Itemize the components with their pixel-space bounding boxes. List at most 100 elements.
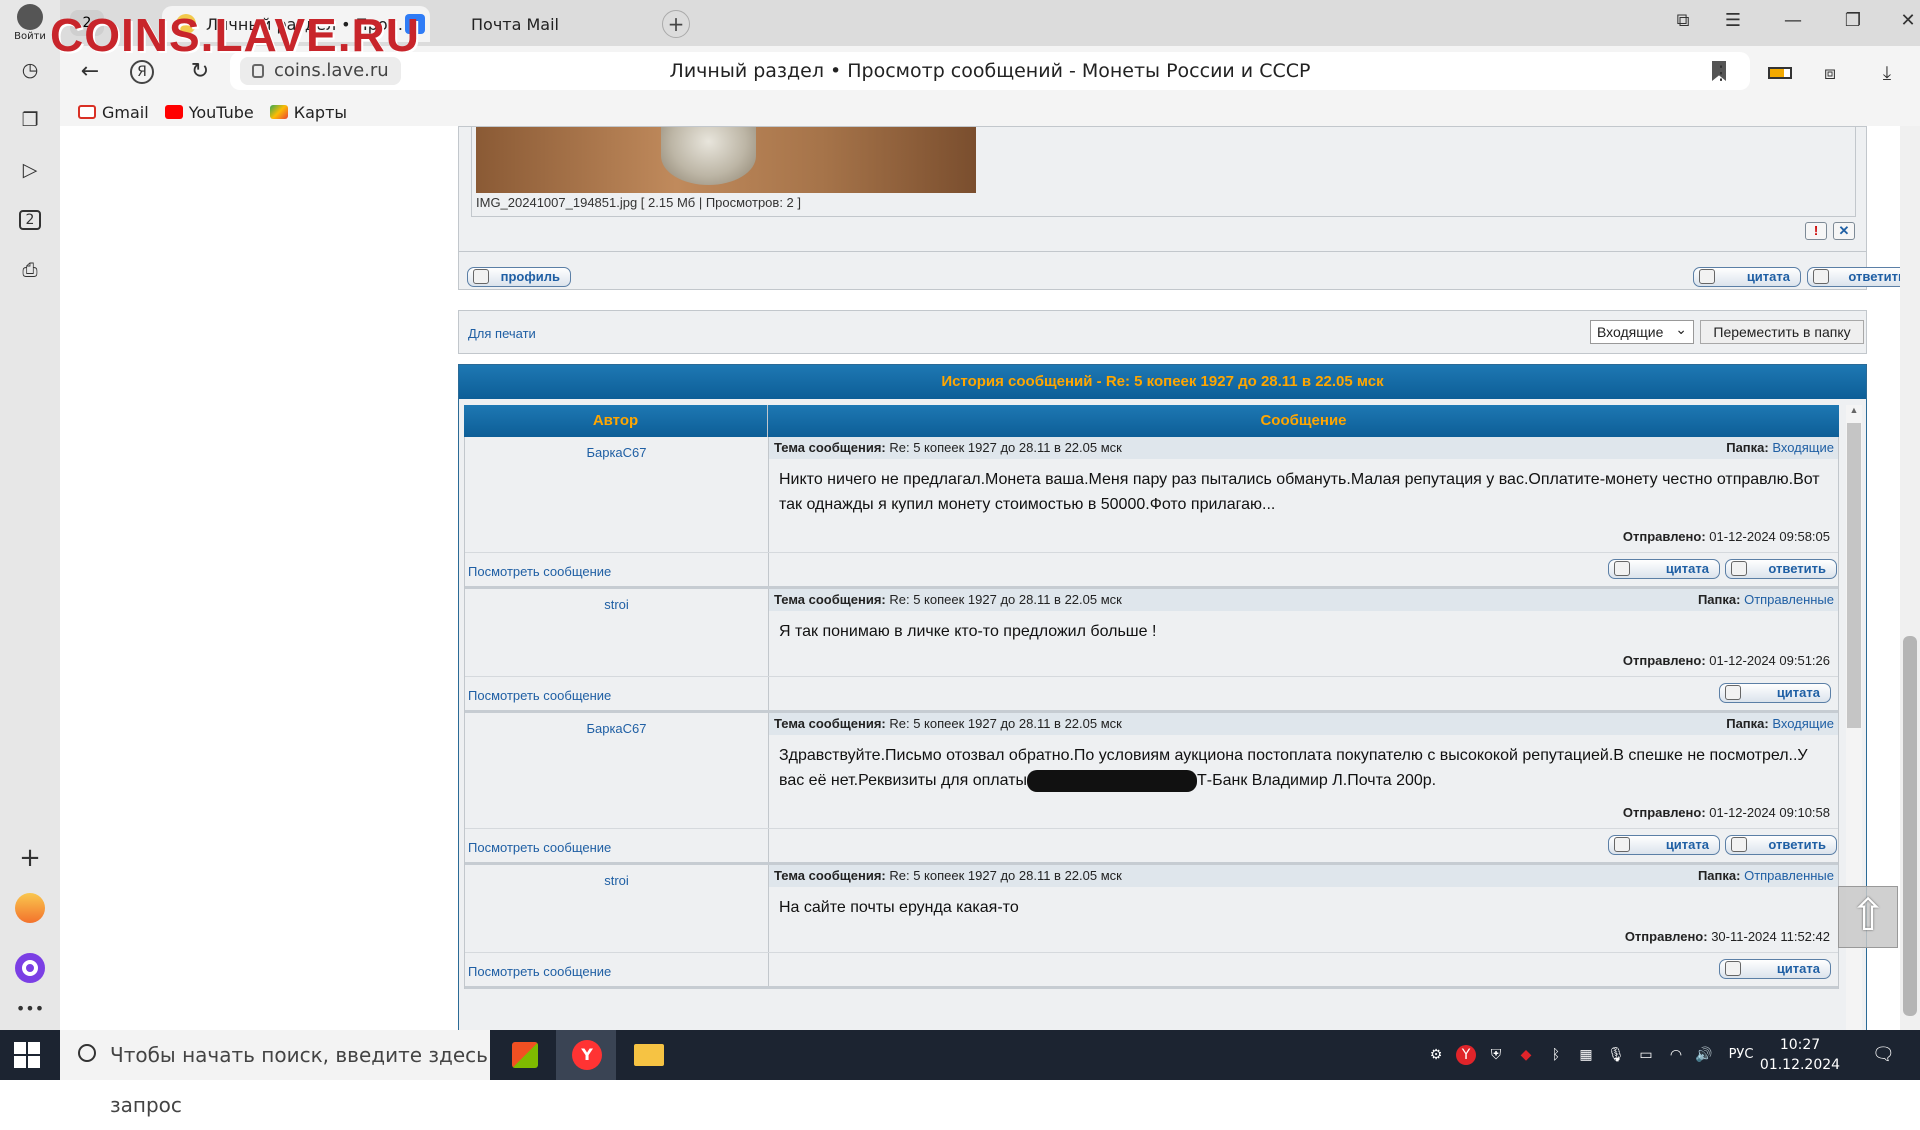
video-icon[interactable]: ▷	[12, 152, 48, 188]
report-icon[interactable]: !	[1805, 222, 1827, 240]
message-text: Здравствуйте.Письмо отозвал обратно.По у…	[779, 743, 1830, 793]
reply-icon	[1731, 561, 1747, 576]
bookmark-youtube[interactable]: YouTube	[164, 103, 254, 122]
tab-manager-icon[interactable]: ⧉	[1668, 10, 1698, 36]
print-link[interactable]: Для печати	[468, 326, 536, 341]
attachment-image[interactable]	[476, 127, 976, 193]
view-message-link[interactable]: Посмотреть сообщение	[468, 688, 611, 703]
notifications-icon[interactable]: 🗨	[1872, 1045, 1895, 1065]
file-explorer-icon[interactable]	[618, 1030, 678, 1080]
folder-link[interactable]: Входящие	[1772, 440, 1834, 455]
history-message: stroi Тема сообщения: Re: 5 копеек 1927 …	[464, 865, 1839, 989]
redaction-scribble	[1027, 769, 1198, 792]
reply-button[interactable]: ответить	[1725, 559, 1837, 579]
wifi-icon[interactable]: ◠	[1666, 1045, 1686, 1065]
volume-icon[interactable]: 🔊	[1694, 1045, 1714, 1065]
message-body: stroi Тема сообщения: Re: 5 копеек 1927 …	[465, 589, 1838, 677]
downloads-icon[interactable]: ⤓	[1872, 58, 1902, 88]
bluetooth-icon[interactable]: ᛒ	[1546, 1045, 1566, 1065]
author-name[interactable]: stroi	[465, 873, 768, 888]
page-scroll-thumb[interactable]	[1903, 636, 1917, 1016]
page-scrollbar[interactable]	[1900, 126, 1920, 1030]
menu-icon[interactable]: ☰	[1718, 10, 1748, 36]
scroll-to-top-button[interactable]: ⇧	[1838, 886, 1898, 948]
microphone-icon[interactable]: 🎙	[1606, 1045, 1626, 1065]
quote-icon	[1614, 561, 1630, 576]
youtube-icon	[164, 105, 183, 119]
windows-start-icon[interactable]	[14, 1042, 40, 1068]
scroll-up-icon[interactable]: ▲	[1846, 405, 1862, 415]
bookmark-gmail[interactable]: Gmail	[78, 103, 149, 122]
steam-tray-icon[interactable]: ⚙	[1426, 1045, 1446, 1065]
address-bar[interactable]: coins.lave.ru Личный раздел • Просмотр с…	[230, 52, 1750, 90]
battery-icon[interactable]: ▭	[1636, 1045, 1656, 1065]
quote-button[interactable]: цитата	[1693, 267, 1801, 287]
author-name[interactable]: БаркаС67	[465, 721, 768, 736]
yandex-tray-icon[interactable]: Y	[1456, 1045, 1476, 1065]
battery-saver-icon[interactable]	[1765, 58, 1795, 88]
folder-select[interactable]: Входящие	[1590, 318, 1694, 344]
minimize-icon[interactable]: —	[1778, 10, 1808, 36]
reply-button[interactable]: ответить	[1807, 267, 1900, 287]
col-author: Автор	[592, 412, 639, 429]
message-text: Никто ничего не предлагал.Монета ваша.Ме…	[779, 471, 1820, 513]
view-message-link[interactable]: Посмотреть сообщение	[468, 964, 611, 979]
history-icon[interactable]: ◷	[12, 52, 48, 88]
subject-text: Re: 5 копеек 1927 до 28.11 в 22.05 мск	[889, 592, 1122, 607]
collections-icon[interactable]: ❐	[12, 102, 48, 138]
alice-assistant-icon[interactable]	[12, 950, 48, 986]
view-message-link[interactable]: Посмотреть сообщение	[468, 564, 611, 579]
antivirus-tray-icon[interactable]: ◆	[1516, 1045, 1536, 1065]
quote-button[interactable]: цитата	[1608, 835, 1720, 855]
author-name[interactable]: БаркаС67	[465, 445, 768, 460]
col-message: Сообщение	[1260, 412, 1347, 429]
clock[interactable]: 10:27 01.12.2024	[1755, 1035, 1845, 1075]
move-to-folder-button[interactable]: Переместить в папку	[1700, 320, 1864, 344]
tabs-counter-icon[interactable]: 2	[12, 202, 48, 238]
add-panel-icon[interactable]: +	[12, 840, 48, 876]
restore-icon[interactable]: ❐	[1838, 10, 1868, 36]
yandex-logo-icon[interactable]: Я	[130, 60, 154, 84]
folder-link[interactable]: Входящие	[1772, 716, 1834, 731]
history-scroll-thumb[interactable]	[1847, 423, 1861, 728]
tab-title: Почта Mail	[471, 14, 559, 34]
weather-icon[interactable]	[12, 890, 48, 926]
attachment-caption: IMG_20241007_194851.jpg [ 2.15 Мб | Прос…	[476, 195, 801, 210]
gpu-tray-icon[interactable]: ▦	[1576, 1045, 1596, 1065]
quote-button[interactable]: цитата	[1719, 683, 1831, 703]
attachment-box: IMG_20241007_194851.jpg [ 2.15 Мб | Прос…	[471, 127, 1856, 217]
divider	[768, 829, 769, 862]
gmail-icon	[78, 105, 96, 119]
quote-icon	[1725, 685, 1741, 700]
profile-button[interactable]: профиль	[467, 267, 571, 287]
tab-mail[interactable]: Почта Mail	[405, 6, 705, 42]
clock-date: 01.12.2024	[1759, 1057, 1841, 1073]
subject-label: Тема сообщения:	[774, 716, 886, 731]
more-options-icon[interactable]: ⋮	[1706, 58, 1736, 88]
author-name[interactable]: stroi	[465, 597, 768, 612]
subject-bar: Тема сообщения: Re: 5 копеек 1927 до 28.…	[769, 437, 1838, 459]
screenshot-icon[interactable]: ⎙	[12, 252, 48, 288]
site-watermark: COINS.LAVE.RU	[50, 9, 420, 61]
security-tray-icon[interactable]: ⛨	[1486, 1045, 1506, 1065]
yandex-browser-app-icon[interactable]: Y	[556, 1030, 616, 1080]
bookmark-maps[interactable]: Карты	[269, 103, 347, 122]
new-tab-button[interactable]: +	[662, 10, 690, 38]
folder-link[interactable]: Отправленные	[1744, 592, 1834, 607]
language-indicator[interactable]: РУС	[1726, 1045, 1756, 1065]
store-app-icon[interactable]	[494, 1030, 554, 1080]
more-icon[interactable]: •••	[12, 990, 48, 1026]
quote-button[interactable]: цитата	[1608, 559, 1720, 579]
delete-icon[interactable]: ✕	[1833, 222, 1855, 240]
login-button[interactable]: Войти	[10, 4, 50, 42]
close-window-icon[interactable]: ✕	[1893, 10, 1920, 36]
quote-button[interactable]: цитата	[1719, 959, 1831, 979]
sent-date: 30-11-2024 11:52:42	[1711, 929, 1830, 944]
taskbar-search[interactable]: Чтобы начать поиск, введите здесь запрос	[60, 1030, 490, 1117]
extensions-icon[interactable]: ⧈	[1815, 58, 1845, 88]
reply-button[interactable]: ответить	[1725, 835, 1837, 855]
view-message-link[interactable]: Посмотреть сообщение	[468, 840, 611, 855]
message-actions: Посмотреть сообщение цитата	[465, 677, 1838, 713]
folder-link[interactable]: Отправленные	[1744, 868, 1834, 883]
bookmarks-bar: Gmail YouTube Карты	[60, 98, 1920, 126]
